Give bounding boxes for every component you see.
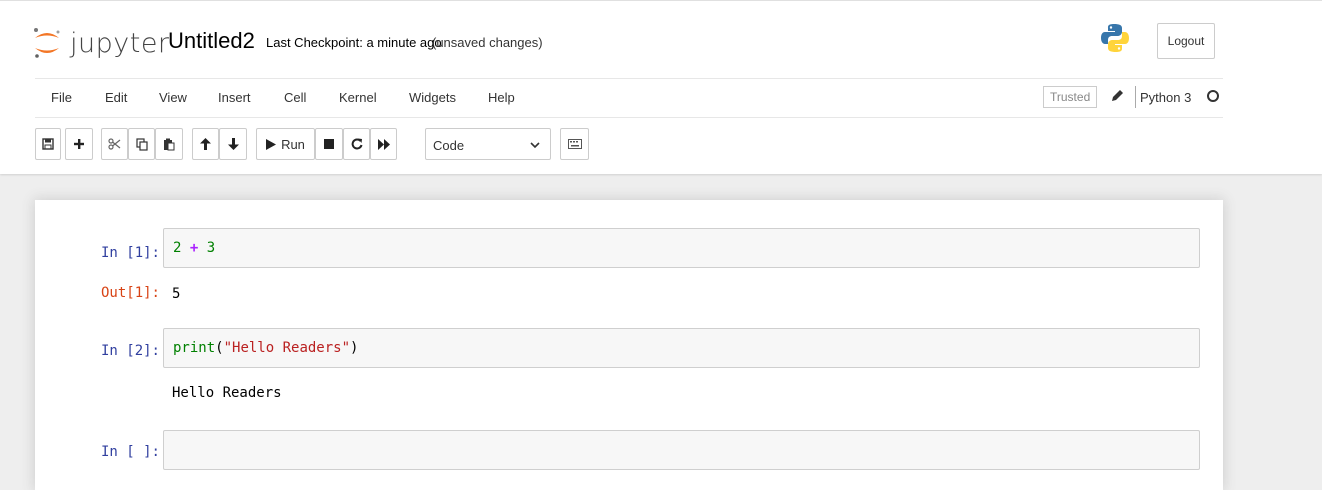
command-palette-button[interactable] bbox=[560, 128, 589, 160]
menu-insert[interactable]: Insert bbox=[218, 90, 251, 105]
code-token: "Hello Readers" bbox=[223, 340, 351, 356]
toolbar: Run Code bbox=[35, 128, 1223, 162]
arrow-up-icon bbox=[200, 138, 211, 150]
checkpoint-status: Last Checkpoint: a minute ago bbox=[266, 35, 442, 50]
copy-icon bbox=[135, 137, 148, 151]
code-token: print bbox=[173, 340, 216, 356]
output-prompt: Out[1]: bbox=[100, 285, 160, 301]
pencil-icon[interactable] bbox=[1110, 89, 1124, 103]
code-token: ( bbox=[215, 340, 224, 356]
input-prompt: In [ ]: bbox=[100, 444, 160, 460]
jupyter-logo-icon bbox=[34, 28, 60, 58]
paste-button[interactable] bbox=[155, 128, 183, 160]
cut-icon bbox=[108, 138, 121, 150]
menu-cell[interactable]: Cell bbox=[284, 90, 306, 105]
code-input[interactable] bbox=[163, 430, 1200, 470]
move-down-button[interactable] bbox=[219, 128, 247, 160]
restart-button[interactable] bbox=[343, 128, 370, 160]
cell-type-select[interactable]: Code bbox=[425, 128, 551, 160]
run-button[interactable]: Run bbox=[256, 128, 315, 160]
cell-output: 5 bbox=[172, 286, 181, 302]
cell-output: Hello Readers bbox=[172, 385, 282, 401]
keyboard-icon bbox=[567, 139, 582, 149]
code-token: 3 bbox=[206, 240, 216, 256]
move-up-button[interactable] bbox=[192, 128, 219, 160]
code-token: ) bbox=[350, 340, 359, 356]
save-icon bbox=[42, 138, 54, 150]
run-icon bbox=[266, 138, 277, 150]
notebook-header: jupyter Untitled2 Last Checkpoint: a min… bbox=[0, 0, 1322, 174]
save-button[interactable] bbox=[35, 128, 61, 160]
chevron-down-icon bbox=[530, 142, 540, 149]
menu-edit[interactable]: Edit bbox=[105, 90, 127, 105]
restart-run-all-button[interactable] bbox=[370, 128, 397, 160]
plus-icon bbox=[74, 139, 84, 149]
code-input[interactable]: 2 + 3 bbox=[163, 228, 1200, 268]
kernel-separator bbox=[1135, 86, 1136, 108]
menu-view[interactable]: View bbox=[159, 90, 187, 105]
interrupt-button[interactable] bbox=[315, 128, 343, 160]
cut-button[interactable] bbox=[101, 128, 128, 160]
arrow-down-icon bbox=[227, 138, 239, 150]
kernel-name[interactable]: Python 3 bbox=[1140, 90, 1191, 105]
logo-text: jupyter bbox=[70, 27, 170, 59]
code-line: 2 + 3 bbox=[173, 240, 215, 256]
notebook-name[interactable]: Untitled2 bbox=[168, 28, 255, 54]
logout-button[interactable]: Logout bbox=[1157, 23, 1215, 59]
input-prompt: In [1]: bbox=[100, 245, 160, 261]
menu-bar: File Edit View Insert Cell Kernel Widget… bbox=[35, 78, 1223, 118]
run-label: Run bbox=[281, 136, 305, 152]
notebook-container: In [1]: 2 + 3 Out[1]: 5 In [2]: print("H… bbox=[35, 200, 1223, 490]
menu-file[interactable]: File bbox=[51, 90, 72, 105]
menu-help[interactable]: Help bbox=[488, 90, 515, 105]
code-input[interactable]: print("Hello Readers") bbox=[163, 328, 1200, 368]
code-line: print("Hello Readers") bbox=[173, 340, 358, 356]
input-prompt: In [2]: bbox=[100, 343, 160, 359]
jupyter-logo[interactable]: jupyter bbox=[32, 23, 170, 63]
menu-widgets[interactable]: Widgets bbox=[409, 90, 456, 105]
python-logo-icon bbox=[1101, 24, 1129, 52]
fast-forward-icon bbox=[377, 138, 390, 150]
paste-icon bbox=[164, 138, 175, 150]
stop-icon bbox=[324, 139, 334, 149]
menu-kernel[interactable]: Kernel bbox=[339, 90, 377, 105]
trusted-indicator[interactable]: Trusted bbox=[1043, 86, 1098, 108]
kernel-idle-circle-icon bbox=[1207, 90, 1219, 102]
unsaved-status: (unsaved changes) bbox=[432, 35, 543, 50]
copy-button[interactable] bbox=[128, 128, 155, 160]
cell-type-value: Code bbox=[433, 138, 465, 153]
insert-cell-button[interactable] bbox=[65, 128, 93, 160]
restart-icon bbox=[351, 138, 362, 150]
